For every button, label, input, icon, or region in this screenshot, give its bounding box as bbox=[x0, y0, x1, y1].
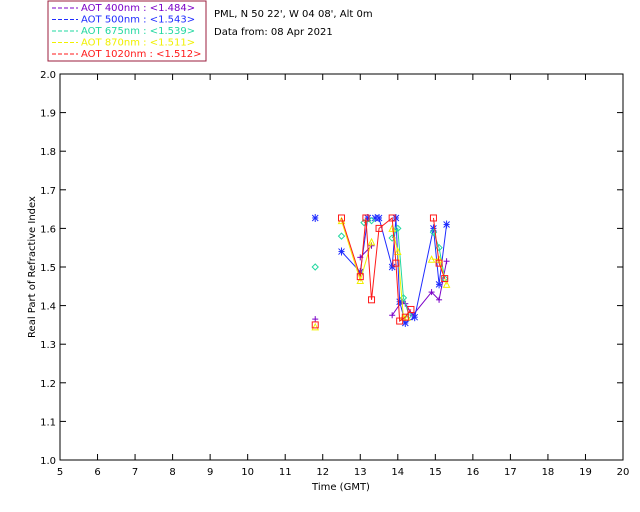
legend: AOT 400nm : <1.484>AOT 500nm : <1.543>AO… bbox=[47, 0, 207, 62]
data-point bbox=[443, 220, 450, 229]
y-tick-label: 1.3 bbox=[40, 340, 56, 351]
x-tick-label: 16 bbox=[466, 467, 479, 478]
legend-label: AOT 1020nm : <1.512> bbox=[81, 49, 201, 60]
x-tick-label: 14 bbox=[391, 467, 404, 478]
y-tick-label: 1.1 bbox=[40, 417, 56, 428]
data-point bbox=[388, 263, 396, 271]
plot-frame bbox=[59, 73, 624, 461]
series bbox=[312, 242, 450, 323]
y-tick-label: 1.8 bbox=[40, 147, 56, 158]
series bbox=[311, 216, 451, 331]
x-tick-label: 5 bbox=[57, 467, 63, 478]
data-point bbox=[389, 312, 396, 319]
x-tick-label: 12 bbox=[316, 467, 329, 478]
data-point bbox=[311, 263, 319, 271]
x-tick-label: 20 bbox=[617, 467, 630, 478]
y-axis-label: Real Part of Refractive Index bbox=[27, 196, 38, 338]
y-tick-label: 1.9 bbox=[40, 109, 56, 120]
x-tick-label: 19 bbox=[579, 467, 592, 478]
series-layer bbox=[311, 213, 451, 331]
y-tick-label: 1.4 bbox=[40, 302, 56, 313]
y-tick-label: 1.5 bbox=[40, 263, 56, 274]
refractive-index-chart: AOT 400nm : <1.484>AOT 500nm : <1.543>AO… bbox=[27, 0, 630, 493]
legend-label: AOT 500nm : <1.543> bbox=[81, 15, 195, 26]
data-point bbox=[435, 280, 443, 289]
series bbox=[311, 216, 449, 319]
y-tick-label: 1.6 bbox=[40, 224, 56, 235]
data-point bbox=[338, 247, 345, 256]
x-tick-label: 6 bbox=[94, 467, 100, 478]
x-tick-label: 18 bbox=[542, 467, 555, 478]
site-info-line: PML, N 50 22', W 04 08', Alt 0m bbox=[214, 9, 373, 20]
x-axis-label: Time (GMT) bbox=[311, 482, 370, 493]
legend-label: AOT 400nm : <1.484> bbox=[81, 3, 195, 14]
x-tick-label: 10 bbox=[241, 467, 254, 478]
data-point bbox=[337, 232, 346, 240]
y-tick-label: 1.7 bbox=[40, 186, 56, 197]
y-tick-label: 2.0 bbox=[40, 70, 56, 81]
x-tick-label: 11 bbox=[279, 467, 292, 478]
data-point bbox=[311, 322, 320, 331]
x-tick-label: 9 bbox=[207, 467, 213, 478]
x-tick-label: 15 bbox=[429, 467, 442, 478]
y-tick-label: 1.0 bbox=[40, 456, 56, 467]
x-tick-label: 13 bbox=[354, 467, 367, 478]
series bbox=[311, 214, 449, 329]
data-point bbox=[375, 213, 383, 222]
x-tick-label: 17 bbox=[504, 467, 517, 478]
x-tick-label: 7 bbox=[132, 467, 138, 478]
data-point bbox=[443, 258, 450, 265]
x-tick-label: 8 bbox=[169, 467, 175, 478]
y-tick-label: 1.2 bbox=[40, 379, 56, 390]
legend-label: AOT 870nm : <1.511> bbox=[81, 38, 195, 49]
date-info-line: Data from: 08 Apr 2021 bbox=[214, 27, 333, 38]
legend-label: AOT 675nm : <1.539> bbox=[81, 26, 195, 37]
series-line bbox=[391, 261, 448, 317]
data-point bbox=[411, 313, 419, 322]
data-point bbox=[312, 316, 319, 323]
data-point bbox=[311, 213, 319, 222]
